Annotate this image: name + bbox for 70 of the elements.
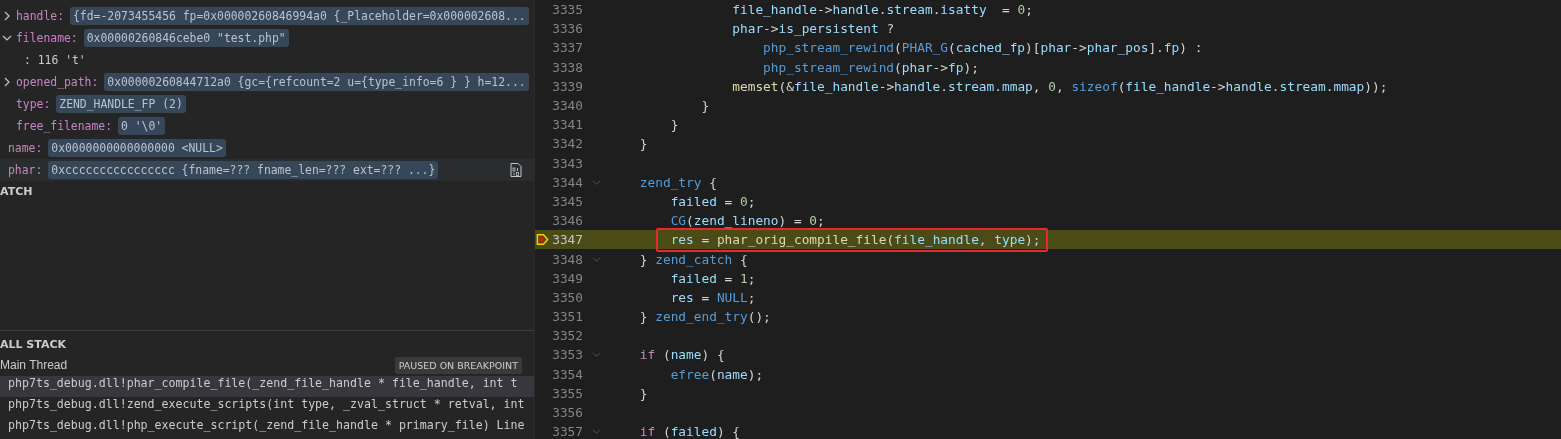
binary-data-icon[interactable]	[508, 162, 524, 178]
code-line: } zend_end_try();	[638, 309, 771, 325]
variable-name: phar:	[8, 163, 43, 177]
chevron-right-icon[interactable]	[2, 77, 12, 87]
code-line: }	[700, 98, 710, 114]
watch-section-header[interactable]: ATCH	[0, 181, 33, 201]
code-line: if (failed) {	[638, 424, 740, 439]
line-number: 3342	[551, 136, 583, 152]
line-number: 3350	[551, 289, 583, 305]
line-number: 3356	[551, 405, 583, 421]
variable-value: 0 '\0'	[118, 117, 166, 135]
call-stack-section-header[interactable]: ALL STACK	[0, 334, 67, 354]
variable-name: free_filename:	[16, 119, 112, 133]
line-number: 3343	[551, 155, 583, 171]
line-number: 3351	[551, 309, 583, 325]
line-number: 3345	[551, 193, 583, 209]
code-line: res = NULL;	[669, 289, 756, 305]
variable-value: 0x0000000000000000 <NULL>	[48, 139, 226, 157]
variable-value: {fd=-2073455456 fp=0x00000260846994a0 {_Placeholder=0x000002608...	[70, 7, 529, 25]
line-number: 3349	[551, 270, 583, 286]
variable-value: 0xcccccccccccccccc {fname=??? fname_len=??? ext=??? ...}	[48, 161, 439, 179]
variable-name: type:	[16, 97, 51, 111]
code-line: }	[638, 136, 648, 152]
line-number: 3346	[551, 213, 583, 229]
line-number: 3336	[551, 21, 583, 37]
code-line: } zend_catch {	[638, 251, 748, 267]
line-number: 3355	[551, 385, 583, 401]
variable-name: opened_path:	[16, 75, 99, 89]
line-number: 3348	[551, 251, 583, 267]
line-number: 3335	[551, 2, 583, 18]
stack-frame[interactable]: php7ts_debug.dll!php_execute_script(_zend_file_handle * primary_file) Line	[0, 418, 534, 439]
code-line: efree(name);	[669, 366, 764, 382]
code-line: }	[669, 117, 679, 133]
line-number: 3337	[551, 40, 583, 56]
code-line: memset(&file_handle->handle.stream.mmap, 0, sizeof(file_handle->handle.stream.mmap));	[731, 78, 1388, 94]
code-line: CG(zend_lineno) = 0;	[669, 213, 825, 229]
code-line: failed = 0;	[669, 193, 756, 209]
line-number: 3357	[551, 424, 583, 439]
code-line: zend_try {	[638, 174, 717, 190]
line-number: 3347	[551, 232, 583, 248]
variable-name: filename:	[16, 31, 78, 45]
line-number: 3353	[551, 347, 583, 363]
line-number: 3354	[551, 366, 583, 382]
line-number: 3344	[551, 174, 583, 190]
code-line: failed = 1;	[669, 270, 756, 286]
code-line: file_handle->handle.stream.isatty = 0;	[731, 2, 1033, 18]
stack-frame[interactable]: php7ts_debug.dll!zend_execute_scripts(int type, _zval_struct * retval, int	[0, 397, 534, 418]
variable-name: handle:	[16, 9, 64, 23]
line-number: 3340	[551, 98, 583, 114]
stack-frame[interactable]: php7ts_debug.dll!phar_compile_file(_zend_file_handle * file_handle, int t	[0, 376, 534, 397]
variable-value: ZEND_HANDLE_FP (2)	[56, 95, 186, 113]
code-line: php_stream_rewind(PHAR_G(cached_fp)[phar->phar_pos].fp) :	[762, 40, 1203, 56]
code-line: php_stream_rewind(phar->fp);	[762, 59, 979, 75]
line-number: 3338	[551, 59, 583, 75]
thread-name[interactable]: Main Thread	[0, 358, 68, 372]
line-number: 3341	[551, 117, 583, 133]
breakpoint-arrow-icon[interactable]	[536, 233, 549, 247]
chevron-right-icon[interactable]	[2, 11, 12, 21]
variable-element: : 116 't'	[24, 53, 86, 67]
line-number: 3352	[551, 328, 583, 344]
code-line: phar->is_persistent ?	[731, 21, 895, 37]
variable-value: 0x00000260846cebe0 "test.php"	[83, 29, 289, 47]
code-line: if (name) {	[638, 347, 725, 363]
line-number: 3339	[551, 78, 583, 94]
paused-status-badge: PAUSED ON BREAKPOINT	[394, 356, 522, 374]
chevron-down-icon[interactable]	[2, 33, 12, 43]
variable-value: 0x00000260844712a0 {gc={refcount=2 u={type_info=6 } } h=12...	[104, 73, 529, 91]
code-line: res = phar_orig_compile_file(file_handle, type);	[609, 232, 1041, 248]
variable-name: name:	[8, 141, 43, 155]
code-line: }	[638, 385, 648, 401]
